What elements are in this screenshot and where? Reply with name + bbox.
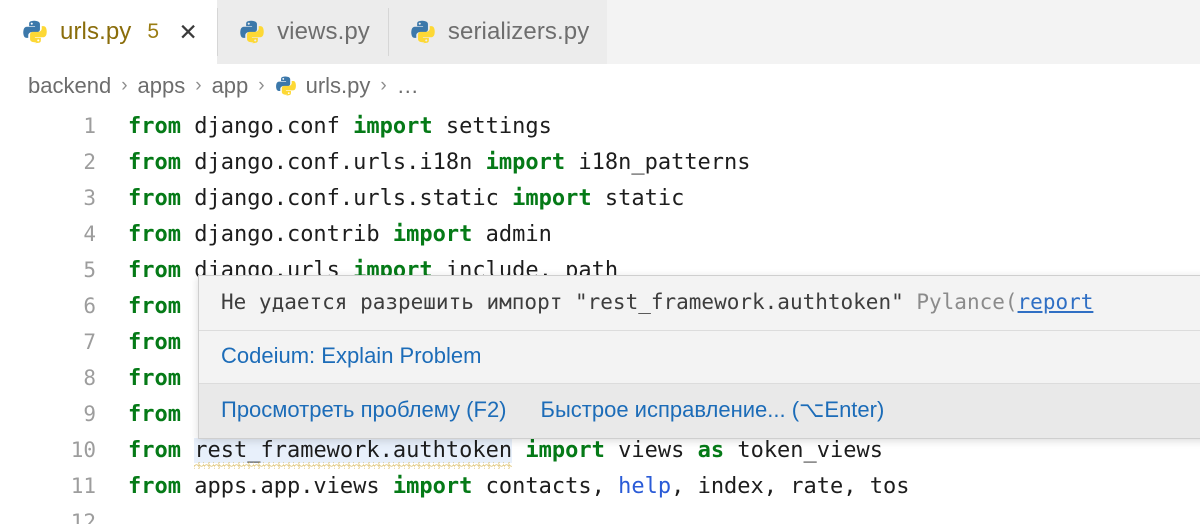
code-text: from rest_framework.authtoken import vie… [96,437,1200,469]
line-number: 5 [83,258,96,282]
tab-label: urls.py [60,18,132,45]
breadcrumb-file-label: urls.py [305,73,371,98]
keyword-import: import [353,113,433,139]
module-path: django.contrib [180,221,393,247]
tab-bar-empty-space [607,0,1200,64]
hover-action-bar: Просмотреть проблему (F2) Быстрое исправ… [199,383,1200,438]
chevron-right-icon: › [380,75,387,96]
diagnostic-message: Не удается разрешить импорт "rest_framew… [199,276,1200,330]
code-line[interactable]: 3 from django.conf.urls.static import st… [0,180,1200,216]
imported-names: i18n_patterns [565,149,751,175]
tab-error-count-badge: 5 [147,20,160,43]
keyword-from: from [128,473,181,499]
keyword-import: import [525,437,605,463]
keyword-from: from [128,401,181,427]
alias-name: token_views [724,437,884,463]
diagnostic-message-text: Не удается разрешить импорт "rest_framew… [221,290,917,314]
code-line[interactable]: 12 [0,504,1200,524]
code-text: from django.contrib import admin [96,222,1200,247]
diagnostic-source: Pylance( [916,290,1018,314]
keyword-from: from [128,293,181,319]
code-text: from django.conf.urls.static import stat… [96,186,1200,211]
code-line[interactable]: 11 from apps.app.views import contacts, … [0,468,1200,504]
python-file-icon [23,20,47,44]
line-number: 4 [83,222,96,246]
tab-label: views.py [277,18,370,45]
code-text: from django.conf.urls.i18n import i18n_p… [96,150,1200,175]
line-number: 9 [83,402,96,426]
imported-names-tail: , index, rate, tos [671,473,910,499]
line-number: 6 [83,294,96,318]
breadcrumb-item-file[interactable]: urls.py [275,73,371,99]
tab-views-py[interactable]: views.py [217,0,388,64]
imported-names: settings [432,113,552,139]
line-number: 10 [70,438,96,462]
module-path: django.conf [180,113,354,139]
line-number: 11 [70,474,96,498]
codeium-action-row: Codeium: Explain Problem [199,331,1200,383]
view-problem-link[interactable]: Просмотреть проблему (F2) [221,397,507,423]
line-number: 3 [83,186,96,210]
imported-names: views [604,437,698,463]
keyword-import: import [392,473,473,499]
vscode-editor-window: urls.py 5 ✕ views.py serializers.py back… [0,0,1200,524]
chevron-right-icon: › [121,75,128,96]
builtin-help: help [618,473,672,499]
python-file-icon [411,20,435,44]
breadcrumb: backend › apps › app › urls.py › … [0,64,1200,108]
quick-fix-link[interactable]: Быстрое исправление... (⌥Enter) [541,397,885,423]
line-number: 7 [83,330,96,354]
breadcrumb-item-app[interactable]: app [212,73,249,99]
module-path: django.conf.urls.static [180,185,513,211]
tab-urls-py[interactable]: urls.py 5 ✕ [0,0,218,64]
keyword-from: from [128,257,181,283]
python-file-icon [240,20,264,44]
keyword-from: from [128,437,181,463]
module-path: apps.app.views [180,473,393,499]
unresolved-import-token[interactable]: rest_framework.authtoken [194,437,513,469]
code-text: from apps.app.views import contacts, hel… [96,474,1200,499]
breadcrumb-item-backend[interactable]: backend [28,73,111,99]
module-path: rest_framework.authtoken [194,437,513,463]
chevron-right-icon: › [258,75,265,96]
keyword-from: from [128,221,181,247]
python-file-icon [275,76,296,96]
breadcrumb-item-more[interactable]: … [397,73,419,99]
code-line[interactable]: 2 from django.conf.urls.i18n import i18n… [0,144,1200,180]
tab-label: serializers.py [447,18,590,45]
breadcrumb-item-apps[interactable]: apps [138,73,186,99]
keyword-import: import [512,185,592,211]
line-number: 12 [70,510,96,524]
keyword-from: from [128,185,181,211]
line-number: 2 [83,150,96,174]
imported-names: contacts, [472,473,619,499]
line-number: 1 [83,114,96,138]
keyword-as: as [697,437,725,463]
keyword-from: from [128,365,181,391]
code-line[interactable]: 1 from django.conf import settings [0,108,1200,144]
keyword-import: import [485,149,566,175]
keyword-import: import [392,221,473,247]
chevron-right-icon: › [195,75,202,96]
keyword-from: from [128,329,181,355]
tab-serializers-py[interactable]: serializers.py [387,0,608,64]
diagnostic-rule-link[interactable]: report [1018,290,1094,314]
keyword-from: from [128,113,181,139]
code-line[interactable]: 4 from django.contrib import admin [0,216,1200,252]
codeium-explain-problem-link[interactable]: Codeium: Explain Problem [221,343,481,368]
imported-names: static [591,185,685,211]
line-number: 8 [83,366,96,390]
diagnostic-hover-popup[interactable]: Не удается разрешить импорт "rest_framew… [198,275,1200,439]
keyword-from: from [128,149,181,175]
module-path: django.conf.urls.i18n [180,149,486,175]
close-icon[interactable]: ✕ [177,20,199,44]
imported-names: admin [472,221,552,247]
editor-tab-bar: urls.py 5 ✕ views.py serializers.py [0,0,1200,64]
code-text: from django.conf import settings [96,114,1200,139]
